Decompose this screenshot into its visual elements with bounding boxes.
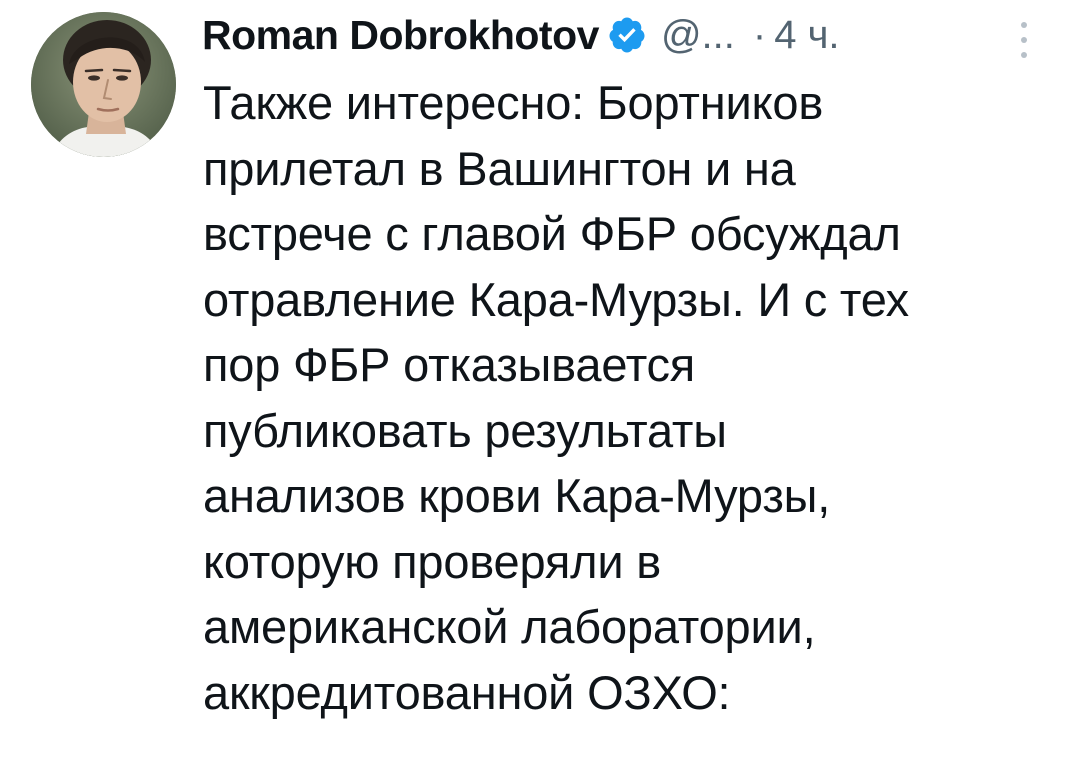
avatar-photo <box>31 12 176 157</box>
tweet-text-line: отравление Кара-Мурзы. И с тех <box>203 272 909 326</box>
tweet-text-line: которую проверяли в <box>203 534 662 588</box>
tweet-text-line: встрече с главой ФБР обсуждал <box>203 207 901 260</box>
author-name[interactable]: Roman Dobrokhotov <box>202 12 599 59</box>
tweet-text-line: публиковать результаты <box>203 403 727 457</box>
tweet-header: Roman Dobrokhotov @... · 4 ч. <box>202 0 1052 70</box>
more-dot <box>1021 52 1027 58</box>
more-vertical-icon[interactable] <box>1010 22 1038 58</box>
avatar[interactable] <box>31 12 176 157</box>
tweet-text-line: пор ФБР отказывается <box>203 338 696 391</box>
separator-dot: · <box>752 12 767 57</box>
tweet-text: Также интересно: Бортников прилетал в Ва… <box>203 70 1053 725</box>
tweet-text-line: аккредитованной ОЗХО: <box>203 665 731 719</box>
tweet-text-line: Также интересно: Бортников <box>203 76 824 129</box>
more-dot <box>1021 22 1027 28</box>
more-dot <box>1021 37 1027 43</box>
verified-badge-icon <box>607 15 647 55</box>
tweet-timestamp[interactable]: 4 ч. <box>774 13 839 58</box>
tweet-text-line: американской лаборатории, <box>203 600 816 653</box>
tweet[interactable]: Roman Dobrokhotov @... · 4 ч. Также инте… <box>0 0 1080 771</box>
tweet-text-line: анализов крови Кара-Мурзы, <box>203 469 831 522</box>
author-handle[interactable]: @... <box>661 13 735 58</box>
tweet-text-line: прилетал в Вашингтон и на <box>203 141 796 195</box>
